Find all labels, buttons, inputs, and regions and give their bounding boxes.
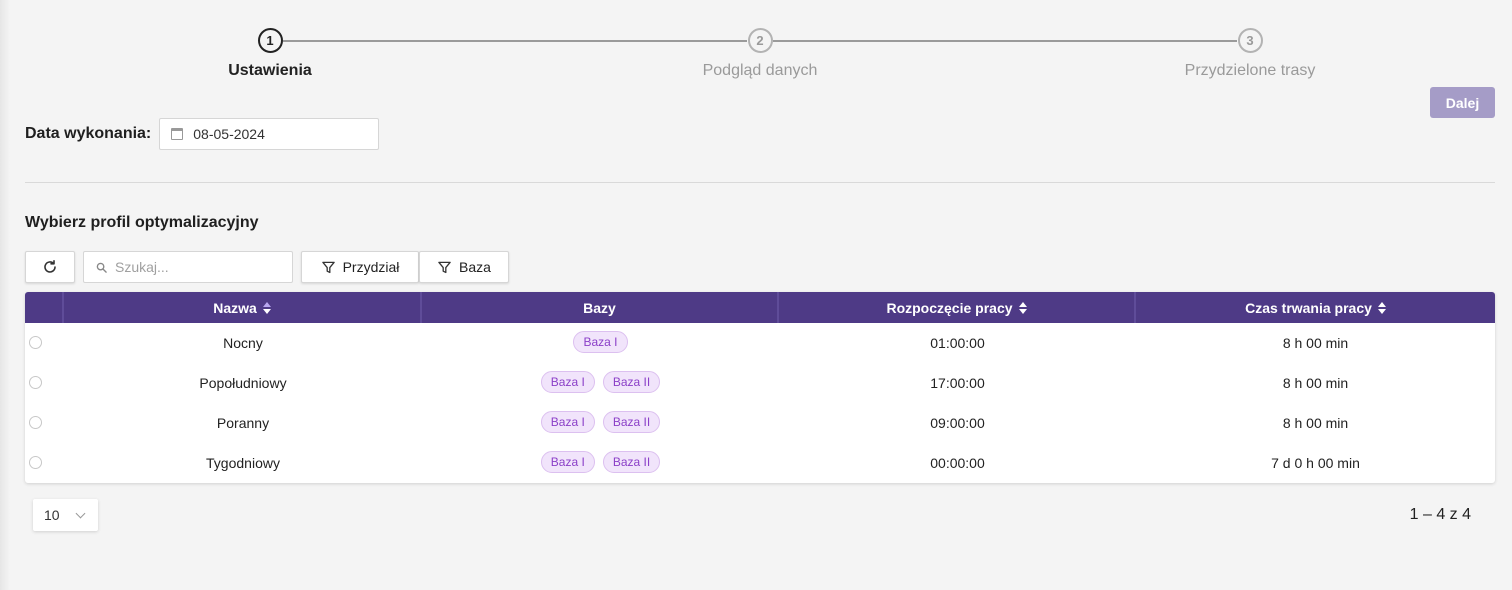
date-label: Data wykonania: — [25, 125, 152, 142]
cell-start: 17:00:00 — [930, 375, 985, 391]
step-3-number: 3 — [1237, 28, 1263, 53]
cell-name: Tygodniowy — [206, 455, 280, 471]
row-radio[interactable] — [29, 415, 42, 429]
cell-duration: 8 h 00 min — [1282, 415, 1349, 431]
step-1-number: 1 — [257, 28, 283, 53]
filter-icon — [438, 261, 451, 273]
sort-icon[interactable] — [1018, 301, 1027, 314]
refresh-icon — [44, 260, 56, 273]
cell-duration: 8 h 00 min — [1282, 375, 1349, 391]
table-row[interactable]: Nocny Baza I 01:00:00 8 h 00 min — [25, 323, 1495, 363]
cell-bases: Baza I Baza II — [422, 403, 779, 443]
header-start[interactable]: Rozpoczęcie pracy — [779, 292, 1136, 323]
step-1[interactable]: 1 Ustawienia — [170, 28, 370, 80]
step-3[interactable]: 3 Przydzielone trasy — [1150, 28, 1350, 80]
base-badge: Baza I — [540, 451, 595, 473]
row-radio[interactable] — [29, 455, 42, 469]
filter-icon — [321, 261, 335, 273]
step-2[interactable]: 2 Podgląd danych — [660, 28, 860, 80]
row-radio[interactable] — [29, 375, 42, 389]
divider — [25, 182, 1495, 183]
table-row[interactable]: Poranny Baza I Baza II 09:00:00 8 h 00 m… — [25, 403, 1495, 443]
search-box[interactable] — [83, 251, 293, 283]
filter-base-button[interactable]: Baza — [419, 251, 509, 283]
table-row[interactable]: Tygodniowy Baza I Baza II 00:00:00 7 d 0… — [25, 443, 1495, 483]
step-2-number: 2 — [747, 28, 773, 53]
base-badge: Baza II — [602, 371, 661, 393]
filter-assignment-label: Przydział — [342, 259, 400, 275]
date-picker-input[interactable]: 08-05-2024 — [159, 118, 380, 150]
filter-assignment-button[interactable]: Przydział — [301, 251, 419, 283]
page-size-select[interactable]: 10 — [33, 499, 98, 531]
step-3-label: Przydzielone trasy — [1184, 62, 1316, 79]
row-select-cell — [25, 363, 64, 403]
section-title: Wybierz profil optymalizacyjny — [25, 214, 259, 231]
header-bases: Bazy — [422, 292, 779, 323]
sort-icon[interactable] — [1377, 301, 1386, 314]
left-edge-shadow — [0, 0, 10, 590]
profiles-table: Nazwa Bazy Rozpoczęcie pracy Czas trwani… — [25, 292, 1495, 483]
calendar-icon — [171, 128, 184, 140]
header-name[interactable]: Nazwa — [64, 292, 422, 323]
cell-duration: 8 h 00 min — [1282, 335, 1349, 351]
header-duration-label: Czas trwania pracy — [1245, 299, 1372, 316]
filter-base-label: Baza — [459, 259, 491, 275]
page-size-value: 10 — [44, 507, 60, 523]
date-row: Data wykonania: 08-05-2024 — [25, 118, 380, 150]
date-value: 08-05-2024 — [193, 126, 265, 142]
stepper: 1 Ustawienia 2 Podgląd danych 3 Przydzie… — [0, 28, 1512, 88]
page: 1 Ustawienia 2 Podgląd danych 3 Przydzie… — [0, 0, 1512, 590]
chevron-down-icon — [75, 508, 86, 519]
cell-name: Poranny — [216, 415, 270, 431]
search-input[interactable] — [115, 259, 285, 275]
row-select-cell — [25, 443, 64, 483]
base-badge: Baza II — [602, 411, 661, 433]
base-badge: Baza I — [573, 331, 628, 353]
pagination-range: 1 – 4 z 4 — [1409, 506, 1471, 523]
row-select-cell — [25, 403, 64, 443]
cell-name: Nocny — [223, 335, 263, 351]
search-icon — [96, 262, 107, 273]
sort-icon[interactable] — [262, 301, 271, 314]
header-bases-label: Bazy — [583, 299, 616, 316]
table-header: Nazwa Bazy Rozpoczęcie pracy Czas trwani… — [25, 292, 1495, 323]
header-name-label: Nazwa — [213, 299, 257, 316]
header-duration[interactable]: Czas trwania pracy — [1136, 292, 1495, 323]
step-2-label: Podgląd danych — [702, 62, 818, 79]
refresh-button[interactable] — [25, 251, 75, 283]
cell-bases: Baza I Baza II — [422, 443, 779, 483]
row-select-cell — [25, 323, 64, 363]
cell-bases: Baza I Baza II — [422, 363, 779, 403]
base-badge: Baza I — [540, 371, 595, 393]
cell-start: 09:00:00 — [930, 415, 985, 431]
cell-name: Popołudniowy — [199, 375, 287, 391]
header-select — [25, 292, 64, 323]
cell-bases: Baza I — [422, 323, 779, 363]
cell-start: 00:00:00 — [930, 455, 985, 471]
base-badge: Baza I — [540, 411, 595, 433]
row-radio[interactable] — [29, 335, 42, 349]
cell-start: 01:00:00 — [930, 335, 985, 351]
next-button[interactable]: Dalej — [1430, 87, 1495, 118]
base-badge: Baza II — [602, 451, 661, 473]
step-1-label: Ustawienia — [228, 62, 312, 79]
table-row[interactable]: Popołudniowy Baza I Baza II 17:00:00 8 h… — [25, 363, 1495, 403]
cell-duration: 7 d 0 h 00 min — [1271, 455, 1360, 471]
header-start-label: Rozpoczęcie pracy — [886, 299, 1013, 316]
